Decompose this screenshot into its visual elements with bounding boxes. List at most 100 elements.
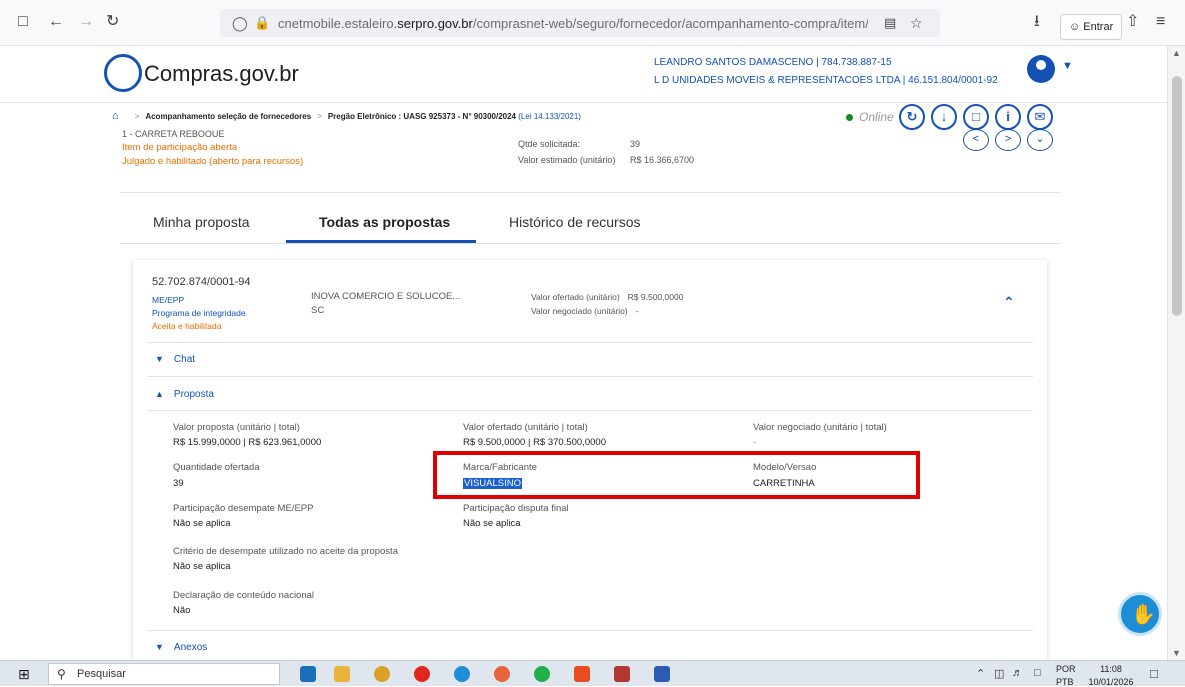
battery-icon[interactable]: ◫	[994, 667, 1004, 680]
divider	[147, 376, 1033, 377]
volume-icon[interactable]: ♬	[1012, 667, 1023, 679]
winrar-icon[interactable]	[614, 666, 630, 682]
user-name: LEANDRO SANTOS DAMASCENO | 784.738.887-1…	[654, 57, 892, 68]
online-dot	[846, 114, 853, 121]
ofertado-label: Valor ofertado (unitário)	[531, 292, 620, 302]
highlight-annotation	[433, 451, 920, 499]
prev-item-button[interactable]: <	[963, 129, 989, 151]
refresh-button[interactable]: ↻	[899, 104, 925, 130]
next-item-button[interactable]: >	[995, 129, 1021, 151]
app-icon[interactable]	[574, 666, 590, 682]
anexos-accordion[interactable]: ▼ Anexos	[155, 642, 207, 653]
item-status: Item de participação aberta Julgado e ha…	[122, 141, 303, 169]
company-name: L D UNIDADES MOVEIS & REPRESENTACOES LTD…	[654, 75, 998, 86]
chevron-up-icon: ⌃	[1003, 294, 1015, 310]
chevron-right-icon: >	[1004, 133, 1012, 145]
collapse-item-button[interactable]: ⌄	[1027, 129, 1053, 151]
lock-icon[interactable]: 🔒	[254, 13, 270, 33]
sign-in-label: Entrar	[1083, 21, 1114, 33]
proposta-label: Proposta	[173, 389, 214, 400]
shield-icon[interactable]: ◯	[232, 13, 248, 33]
clipboard-button[interactable]: □	[963, 104, 989, 130]
info-button[interactable]: i	[995, 104, 1021, 130]
valor-negociado-label: Valor negociado (unitário | total)	[753, 422, 887, 433]
supplier-uf: SC	[311, 305, 325, 316]
address-bar[interactable]: ◯ 🔒 cnetmobile.estaleiro.serpro.gov.br/c…	[220, 9, 940, 37]
chat-accordion[interactable]: ▼ Chat	[155, 354, 195, 365]
help-hand-icon[interactable]	[1118, 592, 1162, 636]
extensions-icon[interactable]: ⇧	[1126, 12, 1139, 32]
ofertado-value: R$ 9.500,0000	[627, 292, 684, 302]
edge-icon[interactable]	[454, 666, 470, 682]
back-icon[interactable]: ←	[48, 12, 64, 32]
proposal-cnpj: 52.702.874/0001-94	[152, 276, 251, 288]
scrollbar-thumb[interactable]	[1172, 76, 1182, 316]
task-view-icon[interactable]	[300, 666, 316, 682]
mail-button[interactable]: ✉	[1027, 104, 1053, 130]
chrome-icon[interactable]	[374, 666, 390, 682]
tab-todas-propostas[interactable]: Todas as propostas	[319, 214, 450, 230]
avatar[interactable]	[1027, 55, 1055, 83]
whatsapp-icon[interactable]	[534, 666, 550, 682]
anexos-label: Anexos	[173, 642, 208, 653]
scroll-up-icon[interactable]: ▲	[1172, 48, 1181, 58]
word-icon[interactable]	[654, 666, 670, 682]
valor-ofertado-value: R$ 9.500,0000 | R$ 370.500,0000	[463, 437, 606, 448]
forward-icon[interactable]: →	[78, 12, 94, 32]
page-scrollbar[interactable]: ▲ ▼	[1167, 46, 1185, 660]
logo-text[interactable]: Compras.gov.br	[144, 61, 299, 87]
url-text[interactable]: cnetmobile.estaleiro.serpro.gov.br/compr…	[278, 16, 868, 31]
valor-negociado-value: -	[753, 437, 757, 448]
bookmark-star-icon[interactable]: ☆	[910, 13, 923, 33]
divider	[147, 410, 1033, 411]
chevron-down-icon: ▼	[155, 642, 164, 652]
divider	[147, 630, 1033, 631]
sign-in-button[interactable]: ☺ Entrar	[1060, 14, 1123, 40]
integridade-link[interactable]: Programa de integridade	[152, 307, 246, 320]
download-icon[interactable]: ⭳	[1034, 12, 1040, 32]
qtd-value: 39	[630, 139, 641, 149]
divider	[147, 342, 1033, 343]
page-content: Compras.gov.br LEANDRO SANTOS DAMASCENO …	[0, 46, 1167, 660]
taskbar-search-input[interactable]: ⚲ Pesquisar	[48, 663, 280, 685]
reload-icon[interactable]: ↻	[106, 12, 119, 32]
windows-start-icon[interactable]: ⊞	[18, 666, 30, 683]
menu-icon[interactable]: ≡	[1156, 12, 1165, 32]
proposal-flags: ME/EPP Programa de integridade Aceita e …	[152, 294, 246, 333]
language-indicator[interactable]: POR PTB	[1056, 665, 1076, 687]
user-info: LEANDRO SANTOS DAMASCENO | 784.738.887-1…	[654, 54, 998, 90]
windows-taskbar: ⊞ ⚲ Pesquisar ⌃ ◫ ♬ □ POR PTB 11:08 10/0…	[0, 660, 1185, 687]
tray-chevron-icon[interactable]: ⌃	[976, 667, 985, 680]
chevron-down-icon[interactable]: ▼	[1062, 60, 1073, 72]
collapse-proposal-button[interactable]: ⌃	[1003, 294, 1015, 311]
opera-icon[interactable]	[414, 666, 430, 682]
download-button[interactable]: ↓	[931, 104, 957, 130]
item-status-open: Item de participação aberta	[122, 142, 238, 153]
tab-historico-recursos[interactable]: Histórico de recursos	[509, 214, 641, 230]
reader-view-icon[interactable]: ▤	[884, 13, 896, 33]
declaracao-label: Declaração de conteúdo nacional	[173, 590, 315, 601]
envelope-icon: ✉	[1034, 109, 1046, 124]
file-explorer-icon[interactable]	[334, 666, 350, 682]
breadcrumb-item-acompanhamento[interactable]: Acompanhamento seleção de fornecedores	[145, 112, 311, 121]
sidebar-toggle-icon[interactable]: □	[18, 12, 28, 32]
online-status: Online	[846, 110, 894, 124]
online-label: Online	[859, 110, 894, 124]
breadcrumb-separator: >	[134, 112, 140, 121]
download-icon: ↓	[940, 109, 948, 124]
valor-estimado-label: Valor estimado (unitário)	[518, 155, 616, 165]
disputa-label: Participação disputa final	[463, 503, 569, 514]
law-link[interactable]: (Lei 14.133/2021)	[518, 112, 581, 121]
scroll-down-icon[interactable]: ▼	[1172, 648, 1181, 658]
valor-estimado-value: R$ 16.366,6700	[630, 155, 695, 165]
chevron-down-icon: ▼	[155, 354, 164, 364]
clock[interactable]: 11:08 10/01/2026	[1086, 665, 1136, 687]
compras-logo-icon	[104, 54, 142, 92]
proposta-accordion[interactable]: ▲ Proposta	[155, 389, 214, 400]
notifications-icon[interactable]: □	[1150, 666, 1158, 681]
home-icon[interactable]: ⌂	[112, 110, 119, 122]
tab-minha-proposta[interactable]: Minha proposta	[153, 214, 250, 230]
network-icon[interactable]: □	[1034, 667, 1041, 679]
info-icon: i	[1006, 109, 1010, 124]
firefox-icon[interactable]	[494, 666, 510, 682]
